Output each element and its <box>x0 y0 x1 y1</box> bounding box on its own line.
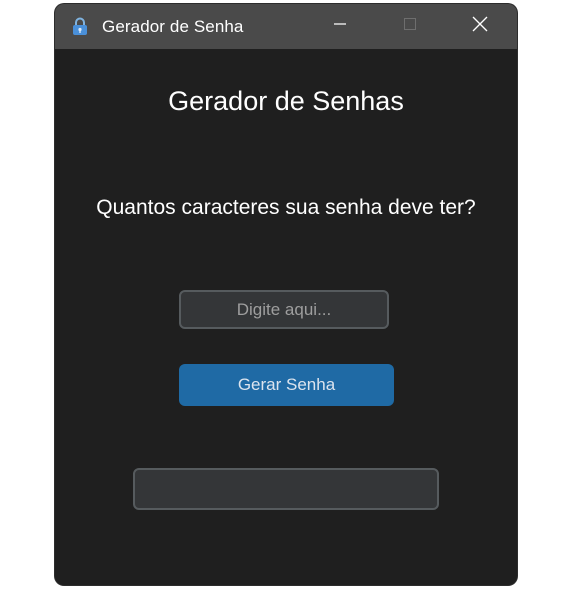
minimize-button[interactable] <box>317 4 363 49</box>
page-title: Gerador de Senhas <box>168 86 404 116</box>
maximize-button[interactable] <box>387 4 433 49</box>
lock-icon <box>71 17 89 37</box>
length-question-label: Quantos caracteres sua senha deve ter? <box>96 196 476 219</box>
close-button[interactable] <box>457 4 503 49</box>
window-title: Gerador de Senha <box>102 17 244 36</box>
close-icon <box>472 16 488 37</box>
minimize-icon <box>333 17 347 36</box>
length-input[interactable] <box>179 290 389 329</box>
password-result-field[interactable] <box>133 468 439 510</box>
maximize-icon <box>403 17 417 36</box>
title-bar[interactable]: Gerador de Senha <box>55 4 517 49</box>
app-window: Gerador de Senha Gerador de Senhas Quant… <box>55 4 517 585</box>
generate-password-button[interactable]: Gerar Senha <box>179 364 394 406</box>
